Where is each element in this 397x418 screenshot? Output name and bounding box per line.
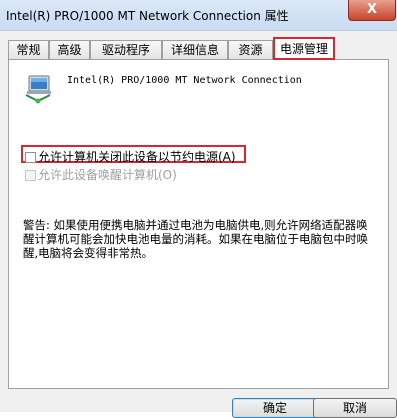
adapter-name: Intel(R) PRO/1000 MT Network Connection <box>67 75 302 86</box>
title-bar: Intel(R) PRO/1000 MT Network Connection … <box>0 0 397 31</box>
cancel-button[interactable]: 取消 <box>313 398 397 418</box>
window-title: Intel(R) PRO/1000 MT Network Connection … <box>6 9 289 23</box>
tab-strip: 常规 高级 驱动程序 详细信息 资源 电源管理 <box>8 37 393 60</box>
tab-advanced[interactable]: 高级 <box>49 40 90 59</box>
tab-general[interactable]: 常规 <box>8 40 49 59</box>
allow-power-off-option[interactable]: 允许计算机关闭此设备以节约电源(A) <box>25 148 236 165</box>
tab-details[interactable]: 详细信息 <box>162 40 228 59</box>
power-management-panel: Intel(R) PRO/1000 MT Network Connection … <box>8 59 389 389</box>
allow-wake-checkbox <box>25 170 36 181</box>
network-adapter-icon <box>25 75 51 104</box>
allow-wake-label: 允许此设备唤醒计算机(O) <box>38 168 177 182</box>
warning-text: 警告: 如果使用便携电脑并通过电池为电脑供电,则允许网络适配器唤醒计算机可能会加… <box>23 218 368 260</box>
tab-power-management[interactable]: 电源管理 <box>273 37 335 60</box>
tab-resources[interactable]: 资源 <box>228 40 273 59</box>
tab-driver[interactable]: 驱动程序 <box>90 40 162 59</box>
allow-wake-option: 允许此设备唤醒计算机(O) <box>25 166 177 183</box>
allow-power-off-checkbox[interactable] <box>25 152 36 163</box>
close-button[interactable]: X <box>348 0 396 21</box>
ok-button[interactable]: 确定 <box>232 398 318 418</box>
allow-power-off-label: 允许计算机关闭此设备以节约电源(A) <box>38 150 236 164</box>
dialog-body: 常规 高级 驱动程序 详细信息 资源 电源管理 Intel(R) PRO/100… <box>0 31 397 418</box>
